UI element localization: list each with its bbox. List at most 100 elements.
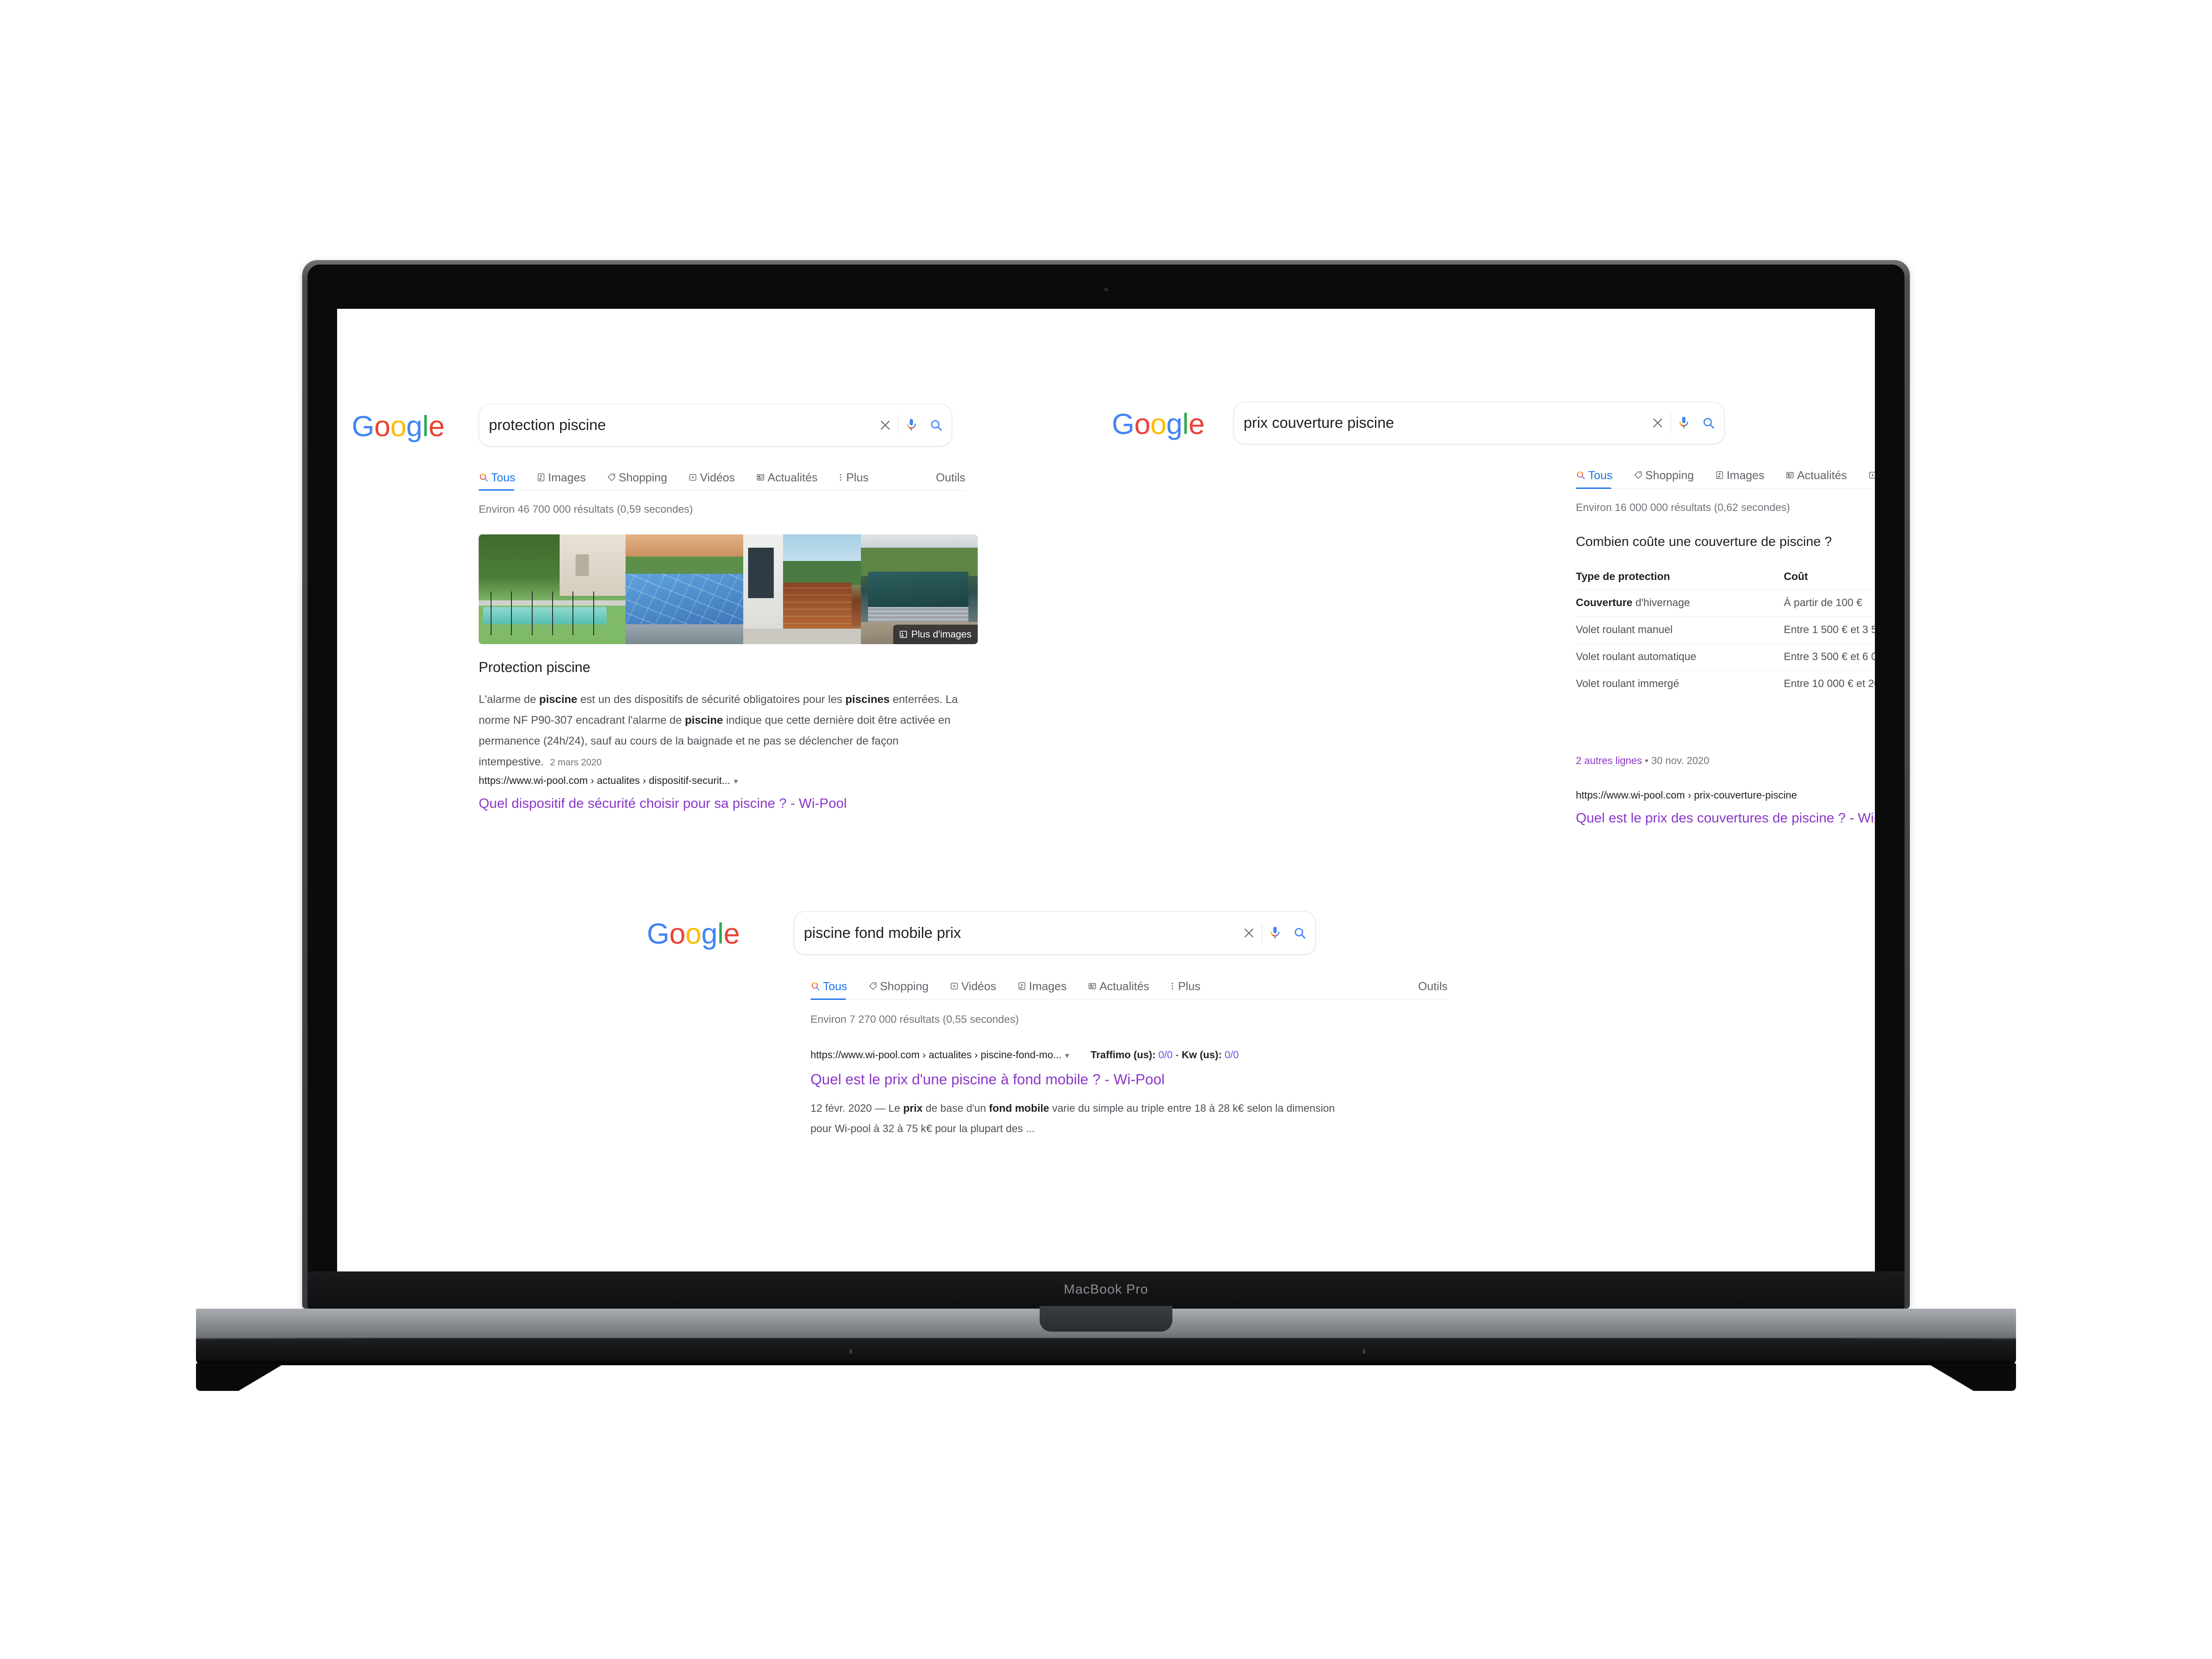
laptop-bottom [196,1338,2016,1365]
result-url[interactable]: https://www.wi-pool.com › actualites › d… [479,775,738,787]
snippet-text: L'alarme de [479,693,539,706]
cell-cost: À partir de 100 € [1784,589,1875,617]
featured-table: Type de protection Coût Niveau de sécuri… [1576,571,1875,697]
tab-tous[interactable]: Tous [810,979,847,993]
tab-shopping[interactable]: Shopping [607,471,667,484]
tab-videos[interactable]: Vidéos [688,471,735,484]
logo-letter-G: G [1112,407,1134,440]
laptop-screen: Google protection piscine Tous Images Sh… [337,309,1875,1271]
macbook-pro-mockup: Google protection piscine Tous Images Sh… [0,0,2212,1659]
chevron-down-icon[interactable]: ▾ [1065,1051,1069,1060]
logo-letter-l: l [717,917,724,950]
microphone-icon[interactable] [1268,926,1282,940]
metrics-sep: - [1172,1049,1182,1060]
result-stats: Environ 7 270 000 résultats (0,55 second… [810,1014,1019,1025]
tab-images[interactable]: Images [537,471,586,484]
chevron-down-icon[interactable]: ▾ [734,776,738,786]
snippet-body: L'alarme de piscine est un des dispositi… [479,693,958,768]
tab-shopping[interactable]: Shopping [1634,469,1694,482]
more-vertical-icon [1171,982,1174,991]
image-icon [1018,982,1026,991]
google-logo[interactable]: Google [647,919,740,948]
video-icon [950,982,959,991]
close-icon[interactable] [1651,416,1664,430]
tab-images[interactable]: Images [1715,469,1764,482]
logo-letter-g: g [1166,407,1183,440]
logo-letter-o1: o [669,917,686,950]
microphone-icon[interactable] [1677,416,1690,430]
tab-tous[interactable]: Tous [1576,469,1613,482]
snippet-text: 12 févr. 2020 — Le [810,1102,903,1114]
tools-button[interactable]: Outils [936,471,965,484]
google-logo[interactable]: Google [1112,409,1205,438]
search-input[interactable]: prix couverture piscine [1234,415,1651,432]
more-rows-label: 2 autres lignes [1576,755,1642,766]
search-tabs: Tous Shopping Vidéos Images Actualités P… [810,975,1448,998]
google-panel-prix-couverture-piscine: Google prix couverture piscine Tous Shop… [1096,309,1875,884]
image-icon [1715,471,1724,480]
search-tabs: Tous Shopping Images Actualités Vidéos [1576,464,1875,487]
tab-label: Tous [823,979,847,993]
tag-icon [607,473,616,482]
search-input[interactable]: piscine fond mobile prix [794,925,1242,942]
tab-label: Shopping [1645,468,1694,482]
close-icon[interactable] [879,419,892,432]
cell-cost: Entre 3 500 € et 6 000 € [1784,643,1875,671]
tab-videos[interactable]: Vidéos [950,979,996,993]
search-bar[interactable]: protection piscine [479,404,952,446]
result-url[interactable]: https://www.wi-pool.com › actualites › p… [810,1049,1239,1061]
result-link-title[interactable]: Quel est le prix des couvertures de pisc… [1576,810,1875,826]
kw-value: 0/0 [1225,1049,1239,1060]
news-icon [756,473,765,482]
search-bar[interactable]: piscine fond mobile prix [794,911,1316,955]
snippet-body: 12 févr. 2020 — Le prix de base d'un fon… [810,1102,1335,1135]
search-icon[interactable] [929,419,943,432]
result-link-title[interactable]: Quel est le prix d'une piscine à fond mo… [810,1071,1165,1088]
image-stack-icon [899,630,908,639]
more-rows-date: 30 nov. 2020 [1651,755,1709,766]
tab-actualites[interactable]: Actualités [1786,469,1847,482]
search-icon[interactable] [1702,416,1715,430]
image-thumb-3[interactable] [743,534,861,644]
tab-label: Actualités [1797,468,1847,482]
image-thumb-1[interactable] [479,534,626,644]
traffic-value: 0/0 [1158,1049,1173,1060]
tab-label: Images [548,470,586,484]
google-panel-protection-piscine: Google protection piscine Tous Images Sh… [337,309,1116,884]
tab-label: Shopping [879,979,929,993]
table-more-rows[interactable]: 2 autres lignes • 30 nov. 2020 [1576,755,1709,767]
table-row: Volet roulant immergé Entre 10 000 € et 2… [1576,670,1875,697]
tab-plus[interactable]: Plus [839,471,868,484]
image-results-strip[interactable]: Plus d'images [479,534,978,644]
tab-label: Tous [1588,468,1613,482]
logo-letter-g: g [701,917,718,950]
tab-images[interactable]: Images [1018,979,1067,993]
snippet-bold-term: piscines [845,693,890,706]
google-logo[interactable]: Google [352,411,445,441]
search-icon [479,472,488,482]
result-link-title[interactable]: Quel dispositif de sécurité choisir pour… [479,795,847,811]
image-icon [537,473,545,482]
search-icon[interactable] [1293,926,1306,940]
close-icon[interactable] [1242,926,1256,940]
tab-videos[interactable]: Vidéos [1868,469,1875,482]
tools-button[interactable]: Outils [1418,979,1448,993]
logo-letter-o1: o [374,410,391,442]
search-input[interactable]: protection piscine [479,417,879,434]
more-images-button[interactable]: Plus d'images [893,625,978,644]
seo-metrics: Traffimo (us): 0/0 - Kw (us): 0/0 [1091,1049,1239,1060]
more-images-label: Plus d'images [911,629,972,640]
tab-tous[interactable]: Tous [479,471,515,484]
result-url[interactable]: https://www.wi-pool.com › prix-couvertur… [1576,789,1797,801]
tab-plus[interactable]: Plus [1171,979,1201,993]
cell-type: Volet roulant automatique [1576,643,1784,671]
laptop-foot-left [196,1363,284,1391]
tab-actualites[interactable]: Actualités [756,471,818,484]
image-thumb-2[interactable] [626,534,743,644]
image-thumb-4[interactable]: Plus d'images [861,534,978,644]
tab-label: Plus [1178,979,1201,993]
tab-actualites[interactable]: Actualités [1088,979,1149,993]
tab-shopping[interactable]: Shopping [868,979,929,993]
search-bar[interactable]: prix couverture piscine [1233,402,1724,444]
microphone-icon[interactable] [905,418,918,432]
